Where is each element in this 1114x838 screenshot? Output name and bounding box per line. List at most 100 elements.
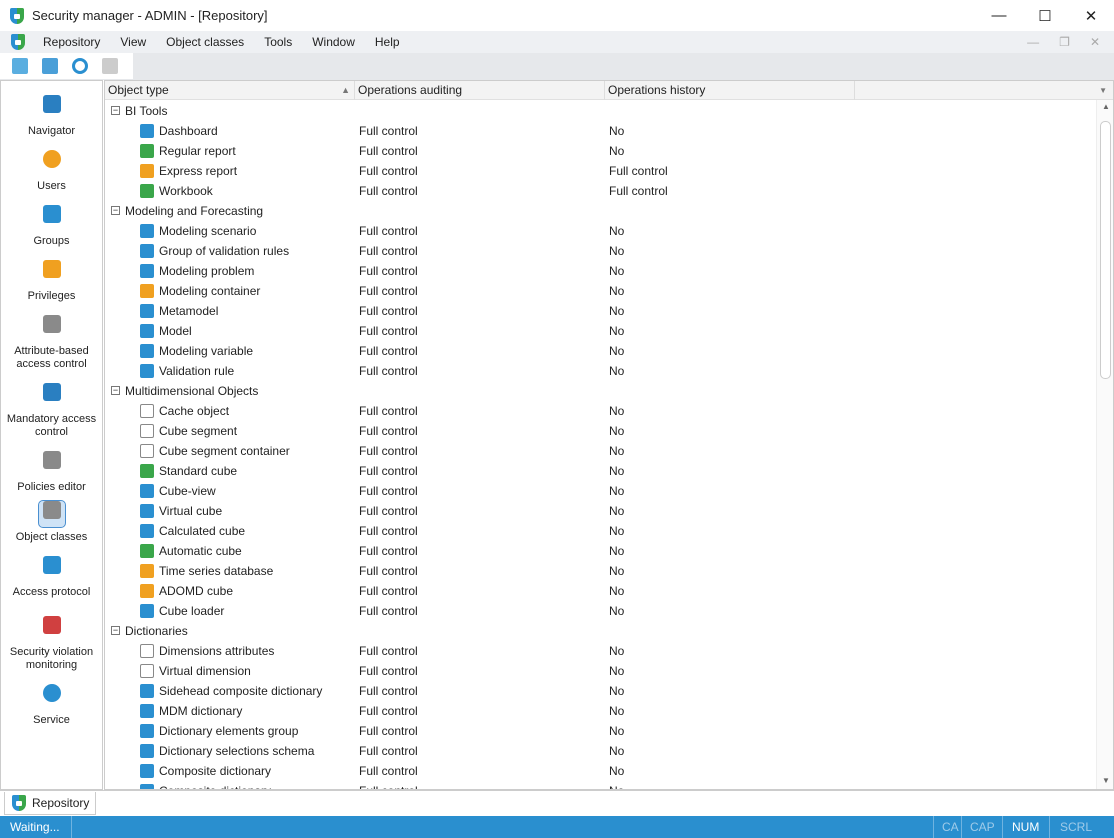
object-type-icon — [140, 664, 154, 678]
table-row[interactable]: Cache object Full control No — [105, 401, 1095, 421]
table-row[interactable]: Time series database Full control No — [105, 561, 1095, 581]
sidebar-item-security-violation-monitoring[interactable]: Security violation monitoring — [1, 612, 102, 672]
sidebar-item-mandatory-access-control[interactable]: Mandatory access control — [1, 379, 102, 439]
table-row[interactable]: Dictionary selections schema Full control… — [105, 741, 1095, 761]
column-chooser-icon[interactable]: ▼ — [1099, 81, 1107, 100]
maximize-button[interactable]: ☐ — [1022, 0, 1068, 31]
column-header-operations-history[interactable]: Operations history — [605, 81, 855, 100]
operations-auditing-value: Full control — [359, 344, 418, 358]
refresh-icon[interactable] — [72, 58, 88, 74]
operations-history-value: No — [609, 484, 625, 498]
operations-history-value: No — [609, 744, 625, 758]
collapse-icon[interactable]: − — [111, 106, 120, 115]
group-row[interactable]: − Multidimensional Objects — [105, 381, 1095, 401]
group-row[interactable]: − Modeling and Forecasting — [105, 201, 1095, 221]
table-row[interactable]: Cube segment container Full control No — [105, 441, 1095, 461]
table-row[interactable]: Workbook Full control Full control — [105, 181, 1095, 201]
object-type-name: Modeling container — [159, 284, 261, 298]
table-row[interactable]: Dashboard Full control No — [105, 121, 1095, 141]
table-row[interactable]: Modeling variable Full control No — [105, 341, 1095, 361]
collapse-icon[interactable]: − — [111, 386, 120, 395]
sidebar-item-object-classes[interactable]: Object classes — [1, 497, 102, 544]
table-row[interactable]: Virtual cube Full control No — [105, 501, 1095, 521]
table-row[interactable]: Modeling container Full control No — [105, 281, 1095, 301]
menu-help[interactable]: Help — [365, 35, 410, 49]
table-row[interactable]: MDM dictionary Full control No — [105, 701, 1095, 721]
open-document-icon[interactable] — [42, 58, 58, 74]
table-row[interactable]: Composite dictionary Full control No — [105, 781, 1095, 789]
tab-repository[interactable]: Repository — [4, 792, 96, 815]
operations-auditing-value: Full control — [359, 364, 418, 378]
table-row[interactable]: Regular report Full control No — [105, 141, 1095, 161]
object-type-name: Composite dictionary — [159, 764, 272, 778]
table-row[interactable]: Calculated cube Full control No — [105, 521, 1095, 541]
mdi-minimize-button[interactable]: — — [1027, 31, 1039, 53]
title-bar: Security manager - ADMIN - [Repository] … — [0, 0, 1114, 31]
scroll-down-icon[interactable]: ▼ — [1102, 776, 1110, 785]
sidebar-item-policies-editor[interactable]: Policies editor — [1, 447, 102, 494]
operations-history-value: No — [609, 224, 625, 238]
group-row[interactable]: − Dictionaries — [105, 621, 1095, 641]
table-row[interactable]: Standard cube Full control No — [105, 461, 1095, 481]
table-row[interactable]: Modeling problem Full control No — [105, 261, 1095, 281]
table-row[interactable]: Cube-view Full control No — [105, 481, 1095, 501]
sidebar-item-attribute-based-access-control[interactable]: Attribute-based access control — [1, 311, 102, 371]
object-type-icon — [140, 524, 154, 538]
collapse-icon[interactable]: − — [111, 206, 120, 215]
sort-asc-icon: ▲ — [341, 85, 350, 95]
sidebar-item-privileges[interactable]: Privileges — [1, 256, 102, 303]
table-row[interactable]: Validation rule Full control No — [105, 361, 1095, 381]
object-type-name: Automatic cube — [159, 544, 242, 558]
table-row[interactable]: Metamodel Full control No — [105, 301, 1095, 321]
num-indicator: NUM — [1012, 820, 1040, 834]
operations-auditing-value: Full control — [359, 604, 418, 618]
menu-view[interactable]: View — [110, 35, 156, 49]
sidebar-item-groups[interactable]: Groups — [1, 201, 102, 248]
minimize-button[interactable]: — — [976, 0, 1022, 31]
operations-history-value: No — [609, 244, 625, 258]
table-row[interactable]: Dictionary elements group Full control No — [105, 721, 1095, 741]
collapse-icon[interactable]: − — [111, 626, 120, 635]
sidebar-item-users[interactable]: Users — [1, 146, 102, 193]
operations-auditing-value: Full control — [359, 544, 418, 558]
operations-history-value: No — [609, 764, 625, 778]
group-row[interactable]: − BI Tools — [105, 101, 1095, 121]
table-row[interactable]: ADOMD cube Full control No — [105, 581, 1095, 601]
scroll-up-icon[interactable]: ▲ — [1102, 102, 1110, 111]
table-row[interactable]: Dimensions attributes Full control No — [105, 641, 1095, 661]
object-type-name: Cube-view — [159, 484, 216, 498]
operations-auditing-value: Full control — [359, 184, 418, 198]
mdi-close-button[interactable]: ✕ — [1090, 31, 1100, 53]
table-row[interactable]: Model Full control No — [105, 321, 1095, 341]
operations-auditing-value: Full control — [359, 144, 418, 158]
table-row[interactable]: Cube loader Full control No — [105, 601, 1095, 621]
mdi-restore-button[interactable]: ❐ — [1059, 31, 1070, 53]
sidebar-item-navigator[interactable]: Navigator — [1, 91, 102, 138]
table-row[interactable]: Composite dictionary Full control No — [105, 761, 1095, 781]
document-tab-bar: Repository — [0, 790, 1114, 816]
status-divider — [933, 816, 934, 838]
menu-object-classes[interactable]: Object classes — [156, 35, 254, 49]
column-header-operations-auditing[interactable]: Operations auditing — [355, 81, 605, 100]
object-type-name: Dashboard — [159, 124, 218, 138]
menu-window[interactable]: Window — [302, 35, 365, 49]
vertical-scrollbar[interactable]: ▲ ▼ — [1096, 100, 1113, 789]
table-row[interactable]: Sidehead composite dictionary Full contro… — [105, 681, 1095, 701]
new-document-icon[interactable] — [12, 58, 28, 74]
column-header-object-type[interactable]: Object type ▲ — [105, 81, 355, 100]
table-row[interactable]: Virtual dimension Full control No — [105, 661, 1095, 681]
operations-auditing-value: Full control — [359, 504, 418, 518]
table-row[interactable]: Express report Full control Full control — [105, 161, 1095, 181]
table-row[interactable]: Automatic cube Full control No — [105, 541, 1095, 561]
table-row[interactable]: Group of validation rules Full control No — [105, 241, 1095, 261]
close-button[interactable]: ✕ — [1068, 0, 1114, 31]
menu-repository[interactable]: Repository — [33, 35, 110, 49]
table-row[interactable]: Cube segment Full control No — [105, 421, 1095, 441]
menu-tools[interactable]: Tools — [254, 35, 302, 49]
operations-auditing-value: Full control — [359, 744, 418, 758]
save-icon[interactable] — [102, 58, 118, 74]
sidebar-item-access-protocol[interactable]: Access protocol — [1, 552, 102, 599]
sidebar-item-service[interactable]: Service — [1, 680, 102, 727]
table-row[interactable]: Modeling scenario Full control No — [105, 221, 1095, 241]
scrollbar-thumb[interactable] — [1100, 121, 1111, 379]
